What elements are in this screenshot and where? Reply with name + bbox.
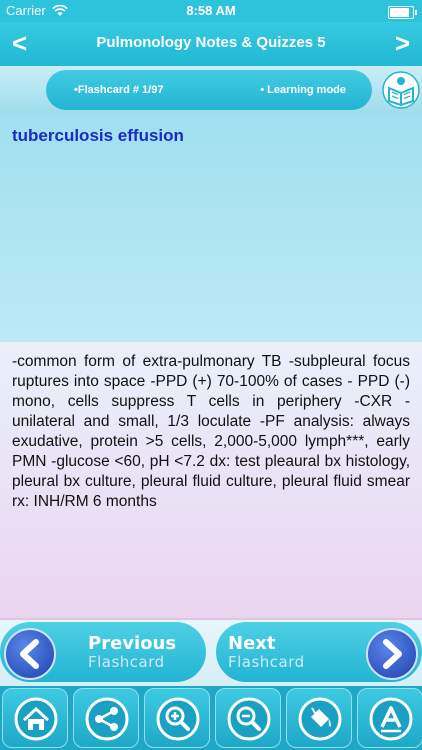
book-reader-icon[interactable] bbox=[382, 70, 420, 110]
font-button[interactable] bbox=[357, 688, 422, 748]
share-icon bbox=[85, 697, 129, 741]
previous-label-line2: Flashcard bbox=[88, 653, 165, 671]
paint-bucket-icon bbox=[298, 697, 342, 741]
previous-label: Previous Flashcard bbox=[88, 633, 177, 671]
question-text: tuberculosis effusion bbox=[12, 126, 184, 145]
mode-toggle[interactable]: • Learning mode bbox=[260, 84, 346, 96]
battery-level bbox=[390, 8, 409, 17]
next-label-line2: Flashcard bbox=[228, 653, 305, 671]
arrow-left-icon bbox=[4, 628, 56, 680]
answer-panel: -common form of extra-pulmonary TB -subp… bbox=[0, 342, 422, 620]
zoom-out-icon bbox=[227, 697, 271, 741]
next-label-line1: Next bbox=[228, 633, 276, 654]
next-label: Next Flashcard bbox=[228, 633, 305, 671]
zoom-in-button[interactable] bbox=[144, 688, 210, 748]
share-button[interactable] bbox=[73, 688, 139, 748]
clock: 8:58 AM bbox=[186, 3, 236, 18]
mode-bar: •Flashcard # 1/97 • Learning mode bbox=[0, 66, 422, 114]
status-bar: Carrier 8:58 AM bbox=[0, 0, 422, 22]
home-icon bbox=[14, 697, 58, 741]
zoom-out-button[interactable] bbox=[215, 688, 281, 748]
page-title: Pulmonology Notes & Quizzes 5 bbox=[96, 34, 326, 51]
arrow-right-icon bbox=[366, 628, 418, 680]
battery-icon bbox=[388, 6, 417, 19]
zoom-in-icon bbox=[156, 697, 200, 741]
font-icon bbox=[369, 697, 413, 741]
navigation-bar: < Pulmonology Notes & Quizzes 5 > bbox=[0, 22, 422, 66]
previous-flashcard-button[interactable]: Previous Flashcard bbox=[0, 622, 206, 682]
previous-label-line1: Previous bbox=[88, 633, 177, 654]
flashcard-mode-pill: •Flashcard # 1/97 • Learning mode bbox=[46, 70, 372, 110]
theme-button[interactable] bbox=[286, 688, 352, 748]
flashcard-navigation: Previous Flashcard Next Flashcard bbox=[0, 620, 422, 686]
question-panel: tuberculosis effusion bbox=[0, 114, 422, 342]
next-flashcard-button[interactable]: Next Flashcard bbox=[216, 622, 422, 682]
back-button[interactable]: < bbox=[12, 28, 27, 59]
bottom-toolbar bbox=[0, 686, 422, 750]
home-button[interactable] bbox=[2, 688, 68, 748]
forward-button[interactable]: > bbox=[395, 28, 410, 59]
flashcard-counter: •Flashcard # 1/97 bbox=[74, 84, 164, 96]
answer-text: -common form of extra-pulmonary TB -subp… bbox=[12, 353, 410, 510]
